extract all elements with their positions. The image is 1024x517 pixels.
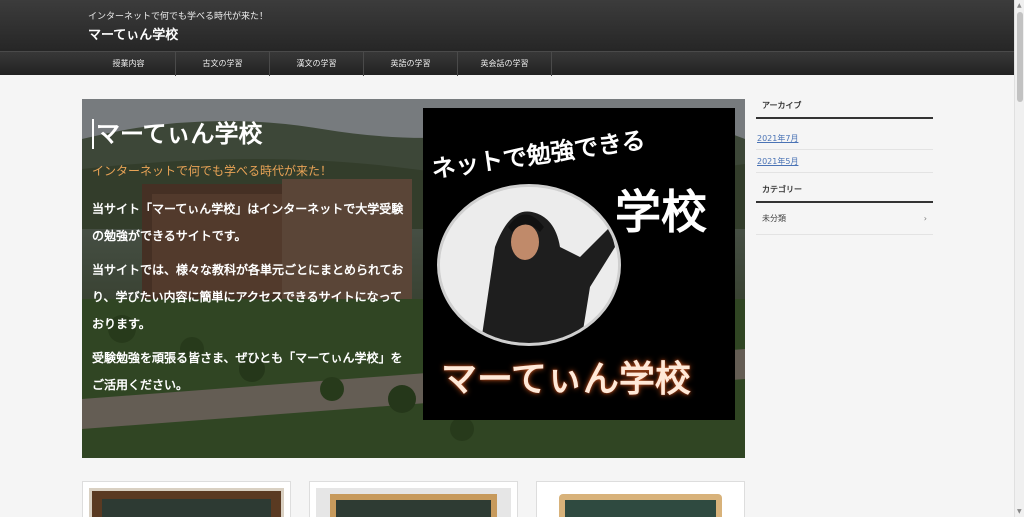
hero-title: マーてぃん学校: [92, 119, 263, 149]
category-label: 未分類: [762, 214, 786, 223]
nav-item-kanbun[interactable]: 漢文の学習: [270, 52, 364, 76]
nav-item-lessons[interactable]: 授業内容: [82, 52, 176, 76]
scroll-down-arrow-icon[interactable]: ▼: [1017, 508, 1022, 515]
hero-description: 当サイト「マーてぃん学校」はインターネットで大学受験の勉強ができるサイトです。 …: [92, 196, 412, 406]
promo-school-text: 学校: [615, 185, 707, 239]
hero-paragraph: 当サイト「マーてぃん学校」はインターネットで大学受験の勉強ができるサイトです。: [92, 202, 404, 243]
scroll-up-arrow-icon[interactable]: ▲: [1017, 2, 1022, 9]
site-header: インターネットで何でも学べる時代が来た！ マーてぃん学校: [0, 0, 1014, 51]
archive-link-2021-05[interactable]: 2021年5月: [756, 150, 933, 173]
person-photo: [437, 184, 621, 346]
page-scrollbar[interactable]: ▲ ▼: [1014, 0, 1024, 517]
chalkboard-thumbnail: [89, 488, 284, 517]
site-title-link[interactable]: マーてぃん学校: [88, 24, 178, 43]
archive-widget-title: アーカイブ: [756, 99, 933, 119]
site-tagline: インターネットで何でも学べる時代が来た！: [88, 12, 269, 22]
main-nav: 授業内容 古文の学習 漢文の学習 英語の学習 英会話の学習: [0, 51, 1014, 76]
promo-bottom-text: マーてぃん学校: [441, 359, 691, 400]
post-card[interactable]: [82, 481, 291, 517]
hero-paragraph: 当サイトでは、様々な教科が各単元ごとにまとめられており、学びたい内容に簡単にアク…: [92, 263, 404, 331]
post-card[interactable]: [536, 481, 745, 517]
nav-item-english-conversation[interactable]: 英会話の学習: [458, 52, 552, 76]
category-widget-title: カテゴリー: [756, 183, 933, 203]
post-card[interactable]: [309, 481, 518, 517]
promo-top-text: ネットで勉強できる: [429, 125, 648, 184]
scrollbar-thumb[interactable]: [1017, 12, 1023, 102]
chalkboard-thumbnail: [316, 488, 511, 517]
archive-link-2021-07[interactable]: 2021年7月: [756, 127, 933, 150]
chevron-right-icon: ›: [923, 214, 927, 223]
chalkboard-thumbnail: [543, 488, 738, 517]
category-item-uncategorized[interactable]: 未分類 ›: [756, 203, 933, 235]
nav-item-english[interactable]: 英語の学習: [364, 52, 458, 76]
nav-item-kobun[interactable]: 古文の学習: [176, 52, 270, 76]
promo-image: ネットで勉強できる 学校 マーてぃん学校: [423, 108, 735, 420]
hero-paragraph: 受験勉強を頑張る皆さま、ぜひとも「マーてぃん学校」をご活用ください。: [92, 351, 403, 392]
sidebar: アーカイブ 2021年7月 2021年5月 カテゴリー 未分類 ›: [756, 99, 933, 235]
hero-subtitle: インターネットで何でも学べる時代が来た！: [92, 164, 333, 178]
